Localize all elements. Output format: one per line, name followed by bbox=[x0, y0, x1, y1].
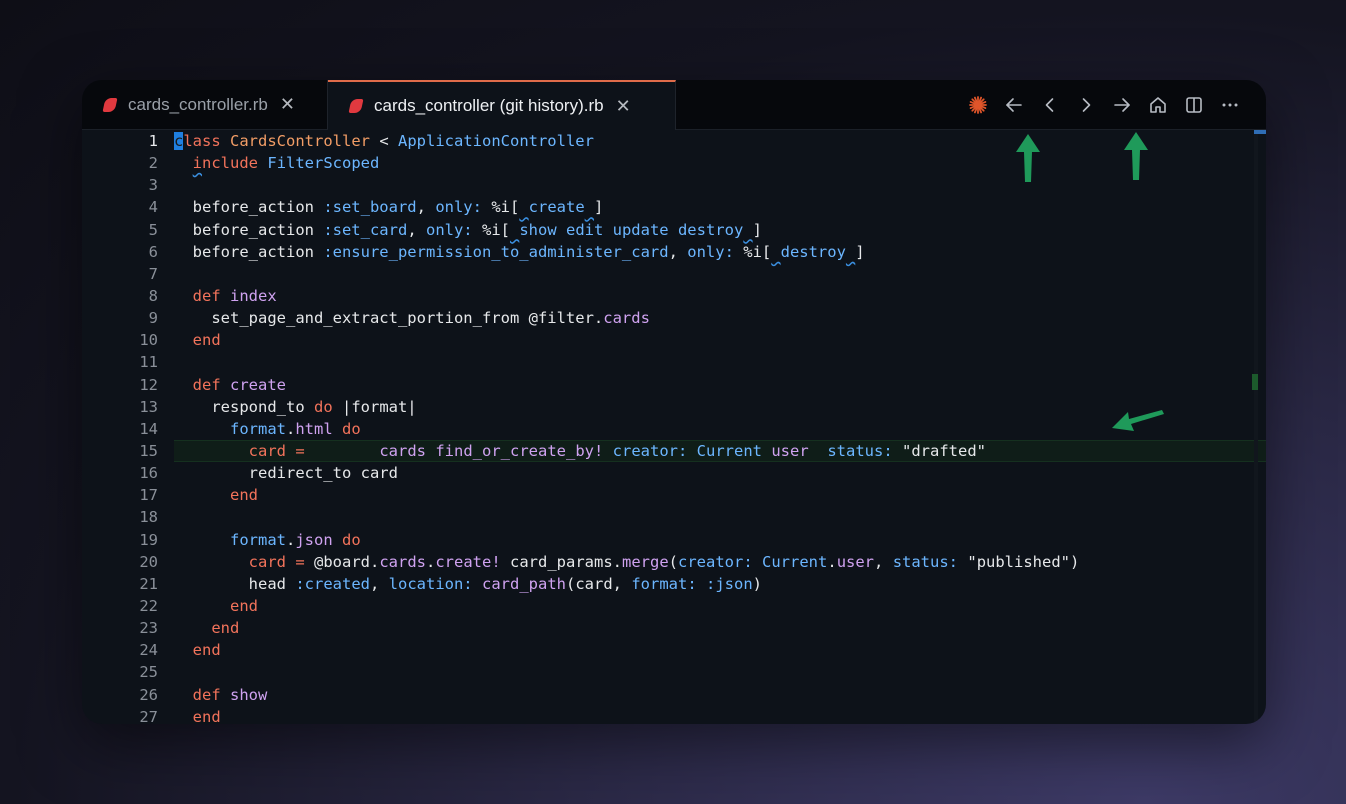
home-icon bbox=[1150, 96, 1166, 113]
code-line: before_action :ensure_permission_to_admi… bbox=[174, 242, 865, 261]
split-view-button[interactable] bbox=[1176, 87, 1212, 123]
code-line: card = @board.cards.create! card_params.… bbox=[248, 552, 1080, 571]
line-number: 18 bbox=[139, 508, 158, 527]
annotation-arrow-back bbox=[1016, 134, 1040, 182]
assistant-button[interactable] bbox=[960, 87, 996, 123]
line-number: 26 bbox=[139, 685, 158, 704]
line-number: 1 bbox=[148, 132, 158, 150]
code-line: def index bbox=[192, 286, 277, 305]
line-number: 5 bbox=[148, 220, 158, 239]
annotation-arrow-line bbox=[1112, 410, 1164, 431]
line-number: 19 bbox=[139, 530, 158, 549]
scrollbar[interactable] bbox=[1254, 130, 1258, 724]
line-number: 6 bbox=[148, 242, 158, 261]
code-line: end bbox=[192, 331, 221, 350]
line-number: 4 bbox=[148, 198, 158, 217]
line-number: 24 bbox=[139, 641, 158, 660]
line-number-gutter: 1 2 3 4 5 6 7 8 9 10 11 12 13 14 15 16 17 18 19 20 21 22 23 24 2… bbox=[82, 130, 162, 724]
close-icon[interactable]: ✕ bbox=[616, 96, 631, 117]
line-number: 9 bbox=[148, 309, 158, 328]
chevron-right-icon bbox=[1082, 97, 1091, 112]
close-icon[interactable]: ✕ bbox=[280, 94, 295, 115]
toolbar bbox=[960, 80, 1248, 129]
code-line: class CardsController < ApplicationContr… bbox=[174, 132, 594, 150]
code-line: end bbox=[230, 596, 258, 615]
line-number: 14 bbox=[139, 419, 158, 438]
line-number: 10 bbox=[139, 331, 158, 350]
line-number: 13 bbox=[139, 397, 158, 416]
code-line-highlighted: card = @board.cards.find_or_create_by!(c… bbox=[174, 439, 1266, 463]
chevron-left-icon bbox=[1045, 97, 1054, 112]
code-editor[interactable]: 1 2 3 4 5 6 7 8 9 10 11 12 13 14 15 16 17 18 19 20 21 22 23 24 2… bbox=[82, 130, 1266, 724]
tab-label: cards_controller (git history).rb bbox=[374, 96, 604, 115]
more-icon bbox=[1222, 103, 1238, 106]
tab-cards-controller-git-history[interactable]: cards_controller (git history).rb ✕ bbox=[328, 80, 676, 130]
code-line: set_page_and_extract_portion_from @filte… bbox=[174, 309, 650, 328]
code-line: end bbox=[192, 641, 221, 660]
home-button[interactable] bbox=[1140, 87, 1176, 123]
code-line: before_action :set_card, only: %i[ show … bbox=[174, 220, 762, 239]
line-number: 25 bbox=[139, 663, 158, 682]
code-line: redirect_to card bbox=[174, 464, 398, 483]
code-line: end bbox=[230, 486, 258, 505]
line-number: 12 bbox=[139, 375, 158, 394]
line-number: 2 bbox=[148, 154, 158, 173]
line-number: 22 bbox=[139, 596, 158, 615]
line-number: 17 bbox=[139, 486, 158, 505]
line-number: 11 bbox=[139, 353, 158, 372]
tab-bar: cards_controller.rb ✕ cards_controller (… bbox=[82, 80, 1266, 130]
ruby-file-icon bbox=[348, 99, 364, 113]
go-forward-button[interactable] bbox=[1104, 87, 1140, 123]
line-number: 27 bbox=[139, 707, 158, 724]
previous-button[interactable] bbox=[1032, 87, 1068, 123]
next-button[interactable] bbox=[1068, 87, 1104, 123]
line-number: 16 bbox=[139, 464, 158, 483]
more-button[interactable] bbox=[1212, 87, 1248, 123]
code-line: def create bbox=[192, 375, 287, 394]
line-number: 3 bbox=[148, 176, 158, 195]
line-number: 15 bbox=[139, 441, 158, 460]
line-number: 21 bbox=[139, 574, 158, 593]
code-line: format.html do bbox=[230, 419, 361, 438]
code-area[interactable]: class CardsController < ApplicationContr… bbox=[174, 130, 1266, 724]
code-line: before_action :set_board, only: %i[ crea… bbox=[174, 198, 604, 217]
arrow-right-icon bbox=[1114, 97, 1130, 112]
scrollbar-change-marker bbox=[1252, 374, 1258, 390]
arrow-left-icon bbox=[1006, 97, 1022, 112]
ruby-file-icon bbox=[102, 97, 118, 112]
sparkle-icon bbox=[969, 95, 987, 114]
split-icon bbox=[1186, 96, 1202, 113]
code-line: head :created, location: card_path(card,… bbox=[174, 574, 763, 593]
line-number: 20 bbox=[139, 552, 158, 571]
editor-window: cards_controller.rb ✕ cards_controller (… bbox=[82, 80, 1266, 724]
line-number: 7 bbox=[148, 264, 158, 283]
code-line: include FilterScoped bbox=[192, 154, 380, 173]
code-line: respond_to do |format| bbox=[174, 397, 417, 416]
line-number: 23 bbox=[139, 619, 158, 638]
code-line: end bbox=[211, 619, 240, 638]
code-line: def show bbox=[192, 685, 268, 704]
scrollbar-thumb-top[interactable] bbox=[1254, 130, 1266, 134]
tab-label: cards_controller.rb bbox=[128, 94, 268, 114]
code-line: format.json do bbox=[230, 530, 361, 549]
line-number: 8 bbox=[148, 286, 158, 305]
annotation-arrow-forward bbox=[1124, 132, 1148, 180]
go-back-button[interactable] bbox=[996, 87, 1032, 123]
tab-cards-controller[interactable]: cards_controller.rb ✕ bbox=[82, 80, 328, 129]
code-line: end bbox=[192, 707, 221, 724]
